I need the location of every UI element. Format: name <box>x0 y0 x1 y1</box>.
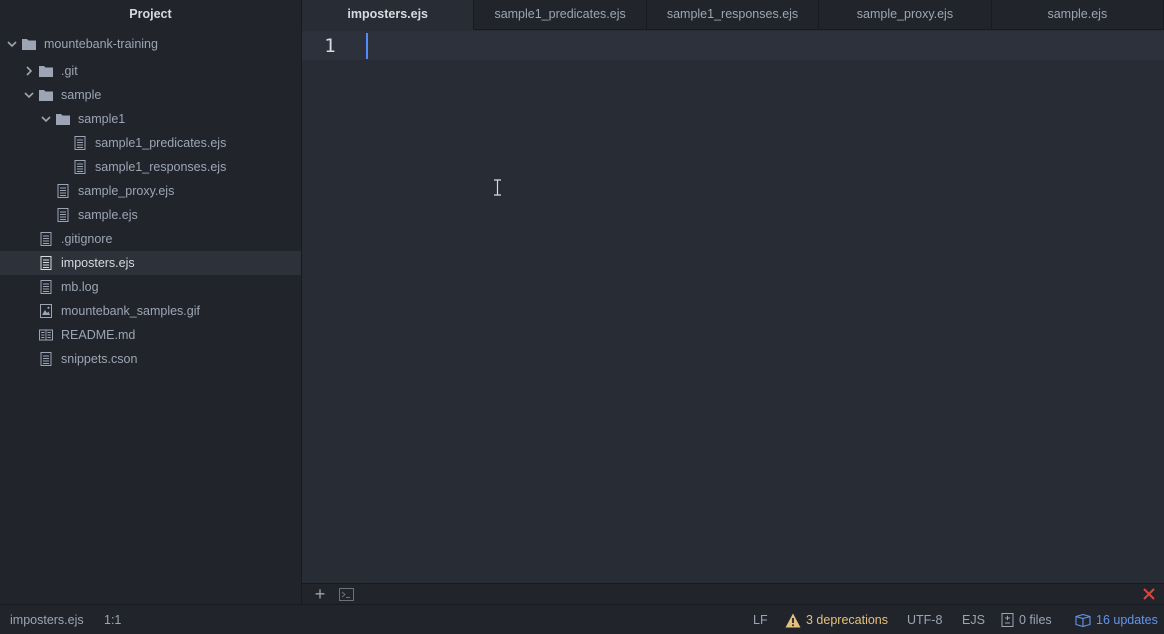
terminal-icon[interactable] <box>339 588 354 601</box>
tab-sample[interactable]: sample.ejs <box>992 0 1164 30</box>
status-deprecations[interactable]: 3 deprecations <box>785 605 888 634</box>
tree-item-label: sample.ejs <box>78 208 138 222</box>
file-text-icon <box>39 232 53 246</box>
tree-item-label: imposters.ejs <box>61 256 135 270</box>
file-image-icon <box>39 304 53 318</box>
tree-item-label: sample <box>61 88 102 102</box>
tree-item-label: README.md <box>61 328 136 342</box>
tab-bar: imposters.ejs sample1_predicates.ejs sam… <box>302 0 1164 30</box>
tree-item-label: sample1_responses.ejs <box>95 160 227 174</box>
folder-icon <box>39 88 53 102</box>
tree-item-file[interactable]: sample.ejs <box>0 203 301 227</box>
warning-icon <box>785 613 801 627</box>
tree-item-file[interactable]: sample_proxy.ejs <box>0 179 301 203</box>
tree-item-file[interactable]: snippets.cson <box>0 347 301 371</box>
chevron-down-icon[interactable] <box>23 90 35 100</box>
tree-item-label: .gitignore <box>61 232 113 246</box>
tab-sample-proxy[interactable]: sample_proxy.ejs <box>819 0 992 30</box>
tree-item-file[interactable]: sample1_responses.ejs <box>0 155 301 179</box>
line-number: 1 <box>324 35 336 57</box>
tree-item-label: mountebank_samples.gif <box>61 304 200 318</box>
project-panel-title: Project <box>129 7 172 21</box>
close-icon[interactable] <box>1142 587 1156 601</box>
package-icon <box>1075 613 1091 627</box>
tree-item-label: sample1_predicates.ejs <box>95 136 227 150</box>
file-text-icon <box>39 256 53 270</box>
tree-view: Project mountebank-training .git sample … <box>0 0 302 604</box>
tree-item-label: snippets.cson <box>61 352 138 366</box>
tree-item-file[interactable]: sample1_predicates.ejs <box>0 131 301 155</box>
tree-item-label: sample_proxy.ejs <box>78 184 175 198</box>
tree-item-label: .git <box>61 64 78 78</box>
tree-item-sample-folder[interactable]: sample <box>0 83 301 107</box>
status-file-name[interactable]: imposters.ejs <box>10 605 84 634</box>
tree-item-file[interactable]: mountebank_samples.gif <box>0 299 301 323</box>
chevron-down-icon[interactable] <box>6 39 18 49</box>
status-cursor-position[interactable]: 1:1 <box>104 605 121 634</box>
chevron-down-icon[interactable] <box>40 114 52 124</box>
tree-item-file[interactable]: README.md <box>0 323 301 347</box>
status-encoding[interactable]: UTF-8 <box>907 605 942 634</box>
file-text-icon <box>56 184 70 198</box>
folder-icon <box>22 37 36 51</box>
add-panel-icon[interactable]: + <box>313 585 327 603</box>
folder-icon <box>39 64 53 78</box>
status-git-files[interactable]: 0 files <box>1001 605 1052 634</box>
tree-item-git-folder[interactable]: .git <box>0 59 301 83</box>
cursor-line-highlight <box>302 31 1164 60</box>
ibeam-cursor-icon <box>494 179 501 196</box>
status-updates[interactable]: 16 updates <box>1075 605 1158 634</box>
file-diff-icon <box>1001 613 1014 627</box>
tree-item-label: sample1 <box>78 112 126 126</box>
tree-item-file-selected[interactable]: imposters.ejs <box>0 251 301 275</box>
updates-label: 16 updates <box>1096 613 1158 627</box>
file-text-icon <box>73 136 87 150</box>
files-label: 0 files <box>1019 613 1052 627</box>
tree-item-label: mountebank-training <box>44 37 158 51</box>
tree-item-label: mb.log <box>61 280 99 294</box>
status-line-ending[interactable]: LF <box>753 605 768 634</box>
tab-sample1-responses[interactable]: sample1_responses.ejs <box>647 0 820 30</box>
folder-icon <box>56 112 70 126</box>
book-icon <box>39 328 53 342</box>
tab-imposters[interactable]: imposters.ejs <box>302 0 475 30</box>
editor-bottom-panel: + <box>302 583 1164 604</box>
chevron-right-icon[interactable] <box>23 66 35 76</box>
file-text-icon <box>56 208 70 222</box>
tree-item-file[interactable]: mb.log <box>0 275 301 299</box>
file-text-icon <box>39 280 53 294</box>
text-editor[interactable]: 1 <box>302 30 1164 583</box>
tab-sample1-predicates[interactable]: sample1_predicates.ejs <box>474 0 647 30</box>
status-bar: imposters.ejs 1:1 LF 3 deprecations UTF-… <box>0 604 1164 634</box>
tree-item-file[interactable]: .gitignore <box>0 227 301 251</box>
file-text-icon <box>73 160 87 174</box>
file-text-icon <box>39 352 53 366</box>
tree-item-root-folder[interactable]: mountebank-training <box>0 32 301 56</box>
deprecations-label: 3 deprecations <box>806 613 889 627</box>
text-caret <box>366 33 368 59</box>
status-grammar[interactable]: EJS <box>962 605 985 634</box>
tree-item-sample1-folder[interactable]: sample1 <box>0 107 301 131</box>
